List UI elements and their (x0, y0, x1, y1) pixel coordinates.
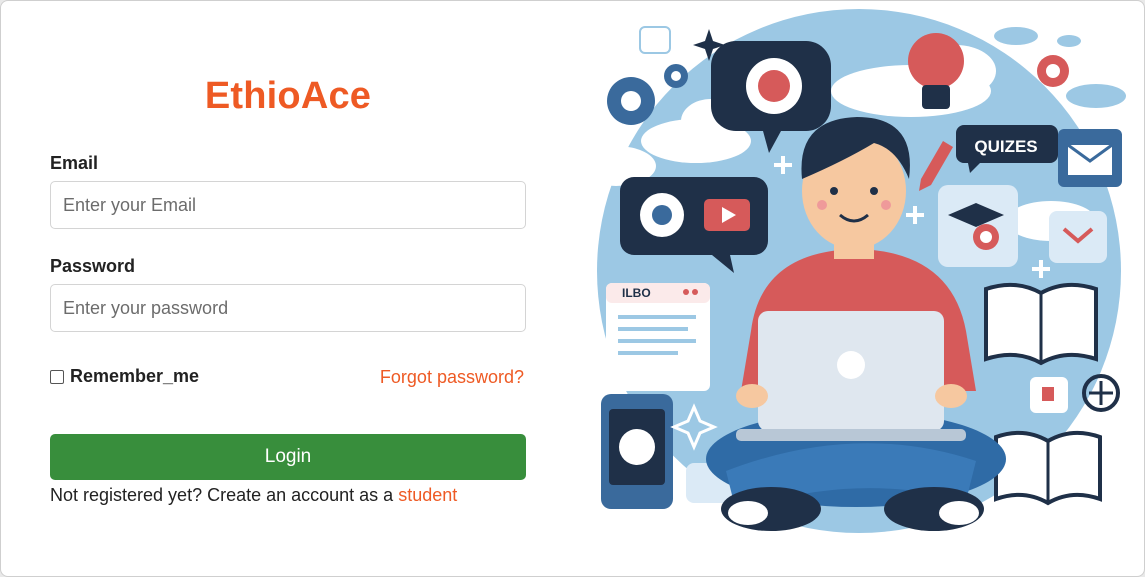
register-student-link[interactable]: student (398, 485, 457, 505)
mail-card-icon (1049, 211, 1107, 263)
quizes-label: QUIZES (974, 137, 1037, 156)
remember-me-label: Remember_me (70, 366, 200, 386)
second-book-icon (994, 430, 1102, 506)
red-gear-icon (1037, 55, 1069, 87)
login-button[interactable]: Login (50, 434, 526, 480)
password-label: Password (50, 256, 136, 276)
chat-icon (639, 26, 671, 54)
flag-card-icon (1030, 377, 1068, 413)
envelope-icon (1058, 129, 1122, 187)
document-icon: ILBO (606, 283, 710, 391)
brand-title: EthioAce (204, 75, 372, 117)
graduation-cap-icon (938, 185, 1018, 267)
register-prompt-text: Not registered yet? Create an account as… (50, 485, 394, 505)
login-card: EthioAce Email Password Remember_me Forg… (0, 0, 1145, 577)
student-laptop-illustration: QUIZES ILBO (576, 9, 1126, 533)
open-book-icon (984, 282, 1098, 366)
forgot-password-link[interactable]: Forgot password? (380, 367, 524, 388)
remember-me-checkbox[interactable] (50, 369, 64, 384)
register-prompt: Not registered yet? Create an account as… (50, 485, 457, 506)
email-input[interactable] (50, 181, 526, 229)
phone-icon (601, 394, 673, 509)
remember-me[interactable]: Remember_me (50, 366, 199, 387)
email-label: Email (50, 153, 99, 173)
password-input[interactable] (50, 284, 526, 332)
compass-icon (1082, 374, 1120, 412)
document-header: ILBO (622, 286, 651, 300)
